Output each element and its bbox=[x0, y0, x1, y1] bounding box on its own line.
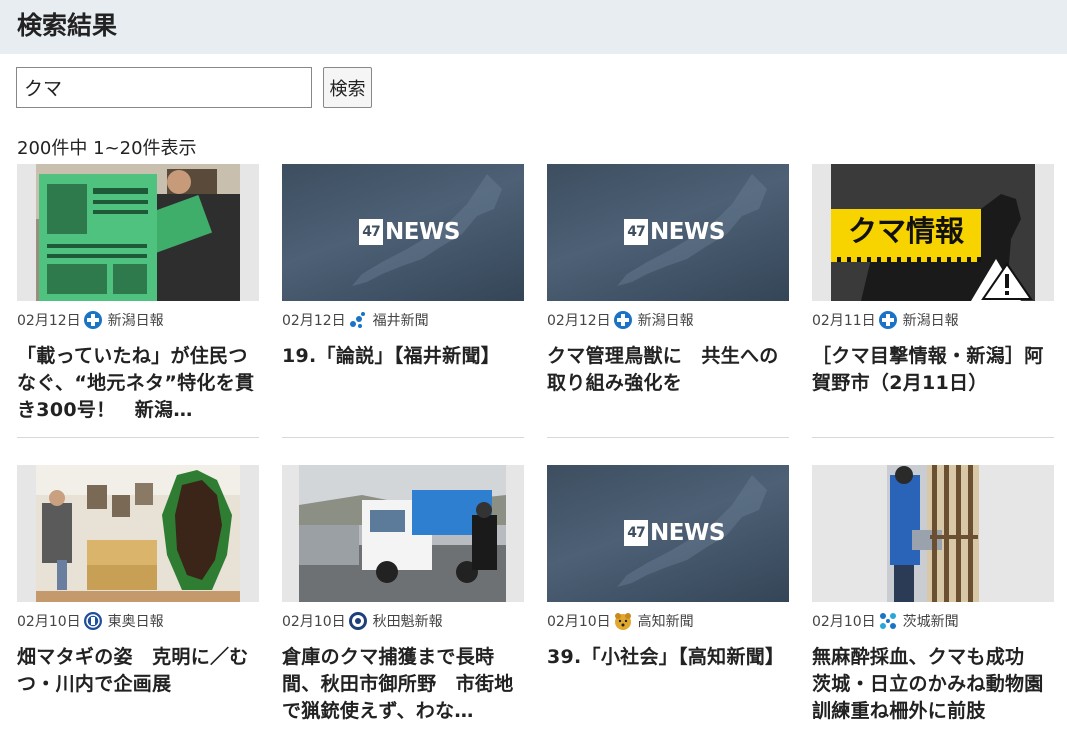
bear-capture-truck-photo[interactable] bbox=[282, 465, 524, 602]
article-source[interactable]: 新潟日報 bbox=[108, 310, 164, 330]
article-card[interactable]: 47 NEWS 02月10日 高知新聞 39.「小社会」【高知新聞】 bbox=[547, 465, 789, 671]
article-source[interactable]: 高知新聞 bbox=[638, 611, 694, 631]
article-headline[interactable]: 畑マタギの姿 克明に／むつ・川内で企画展 bbox=[17, 644, 255, 698]
47-box: 47 bbox=[359, 219, 383, 245]
divider bbox=[17, 437, 259, 438]
article-meta: 02月12日 新潟日報 bbox=[17, 309, 259, 331]
niigata-nippo-logo-icon bbox=[83, 310, 103, 330]
article-date: 02月12日 bbox=[547, 313, 611, 329]
page-header: 検索結果 bbox=[0, 0, 1067, 54]
article-source[interactable]: 茨城新聞 bbox=[903, 611, 959, 631]
niigata-nippo-logo-icon bbox=[878, 310, 898, 330]
article-headline[interactable]: ［クマ目撃情報・新潟］阿賀野市（2月11日） bbox=[812, 343, 1050, 397]
47news-logo[interactable]: 47 NEWS bbox=[547, 164, 789, 301]
article-card[interactable]: 02月10日 茨城新聞 無麻酔採血、クマも成功 茨城・日立のかみね動物園 訓練重… bbox=[812, 465, 1054, 725]
article-meta: 02月12日 新潟日報 bbox=[547, 309, 789, 331]
niigata-nippo-logo-icon bbox=[613, 310, 633, 330]
article-source[interactable]: 新潟日報 bbox=[638, 310, 694, 330]
news-word: NEWS bbox=[650, 219, 725, 245]
article-source[interactable]: 新潟日報 bbox=[903, 310, 959, 330]
article-card[interactable]: 02月12日 新潟日報 「載っていたね」が住民つなぐ、“地元ネタ”特化を貫き30… bbox=[17, 164, 259, 438]
article-meta: 02月10日 秋田魁新報 bbox=[282, 610, 524, 632]
article-headline[interactable]: 「載っていたね」が住民つなぐ、“地元ネタ”特化を貫き300号！ 新潟… bbox=[17, 343, 255, 424]
article-meta: 02月12日 福井新聞 bbox=[282, 309, 524, 331]
47news-logo[interactable]: 47 NEWS bbox=[547, 465, 789, 602]
article-headline[interactable]: 倉庫のクマ捕獲まで長時間、秋田市御所野 市街地で猟銃使えず、わな… bbox=[282, 644, 520, 725]
article-date: 02月10日 bbox=[812, 614, 876, 630]
47news-logo-mark: 47 NEWS bbox=[624, 520, 725, 546]
article-source[interactable]: 秋田魁新報 bbox=[373, 611, 443, 631]
47-box: 47 bbox=[624, 219, 648, 245]
zoo-keeper-training-photo[interactable] bbox=[812, 465, 1054, 602]
bear-warning-graphic[interactable]: クマ情報 bbox=[812, 164, 1054, 301]
ibaraki-shimbun-logo-icon bbox=[878, 611, 898, 631]
warning-stripe bbox=[831, 257, 981, 262]
result-count: 200件中 1~20件表示 bbox=[17, 138, 197, 159]
news-word: NEWS bbox=[385, 219, 460, 245]
article-date: 02月10日 bbox=[547, 614, 611, 630]
article-card[interactable]: 47 NEWS 02月12日 福井新聞 19.「論説」【福井新聞】 bbox=[282, 164, 524, 438]
article-card[interactable]: 02月10日 東奥日報 畑マタギの姿 克明に／むつ・川内で企画展 bbox=[17, 465, 259, 698]
47news-logo-mark: 47 NEWS bbox=[624, 219, 725, 245]
article-meta: 02月11日 新潟日報 bbox=[812, 309, 1054, 331]
article-headline[interactable]: 無麻酔採血、クマも成功 茨城・日立のかみね動物園 訓練重ね柵外に前肢 bbox=[812, 644, 1050, 725]
article-date: 02月10日 bbox=[17, 614, 81, 630]
fukui-shimbun-logo-icon bbox=[348, 310, 368, 330]
article-headline[interactable]: 39.「小社会」【高知新聞】 bbox=[547, 644, 785, 671]
47news-logo[interactable]: 47 NEWS bbox=[282, 164, 524, 301]
search-input[interactable] bbox=[16, 67, 312, 108]
article-meta: 02月10日 茨城新聞 bbox=[812, 610, 1054, 632]
page-title: 検索結果 bbox=[17, 11, 118, 40]
article-meta: 02月10日 東奥日報 bbox=[17, 610, 259, 632]
article-card[interactable]: 02月10日 秋田魁新報 倉庫のクマ捕獲まで長時間、秋田市御所野 市街地で猟銃使… bbox=[282, 465, 524, 725]
divider bbox=[812, 437, 1054, 438]
47news-logo-mark: 47 NEWS bbox=[359, 219, 460, 245]
divider bbox=[547, 437, 789, 438]
47-box: 47 bbox=[624, 520, 648, 546]
matagi-exhibition-photo[interactable] bbox=[17, 465, 259, 602]
kochi-shimbun-logo-icon bbox=[613, 611, 633, 631]
article-date: 02月12日 bbox=[17, 313, 81, 329]
article-meta: 02月10日 高知新聞 bbox=[547, 610, 789, 632]
article-headline[interactable]: クマ管理鳥獣に 共生への取り組み強化を bbox=[547, 343, 785, 397]
article-date: 02月10日 bbox=[282, 614, 346, 630]
kuma-info-label: クマ情報 bbox=[831, 209, 981, 257]
article-source[interactable]: 福井新聞 bbox=[373, 310, 429, 330]
article-card[interactable]: 47 NEWS 02月12日 新潟日報 クマ管理鳥獣に 共生への取り組み強化を bbox=[547, 164, 789, 438]
toon-nippo-logo-icon bbox=[83, 611, 103, 631]
article-headline[interactable]: 19.「論説」【福井新聞】 bbox=[282, 343, 520, 370]
akita-sakigake-logo-icon bbox=[348, 611, 368, 631]
search-button[interactable]: 検索 bbox=[323, 67, 372, 108]
newspaper-reader-photo[interactable] bbox=[17, 164, 259, 301]
article-card[interactable]: クマ情報 02月11日 新潟日報 ［クマ目撃情報・新潟］阿賀野市（2月11日） bbox=[812, 164, 1054, 438]
divider bbox=[282, 437, 524, 438]
article-date: 02月12日 bbox=[282, 313, 346, 329]
article-date: 02月11日 bbox=[812, 313, 876, 329]
news-word: NEWS bbox=[650, 520, 725, 546]
article-source[interactable]: 東奥日報 bbox=[108, 611, 164, 631]
